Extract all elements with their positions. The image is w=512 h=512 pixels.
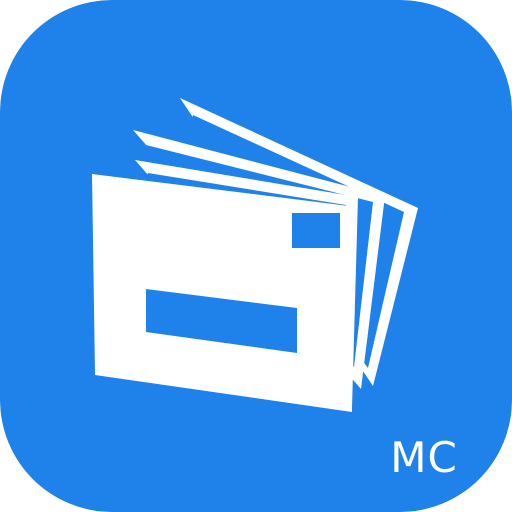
app-icon[interactable]: MC (0, 0, 512, 512)
front-envelope (92, 174, 352, 412)
app-badge-label: MC (390, 433, 458, 482)
envelope-stamp (292, 213, 340, 248)
